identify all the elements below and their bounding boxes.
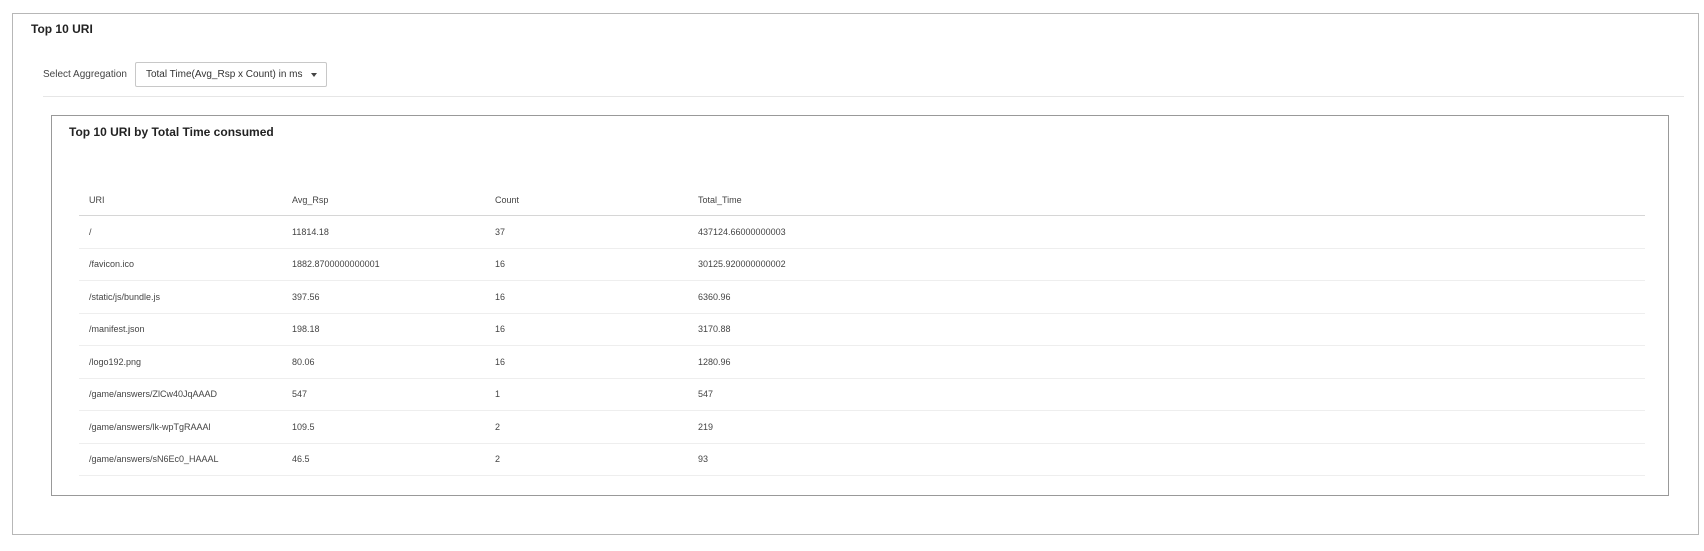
cell-total-time: 30125.920000000002 xyxy=(688,248,1645,281)
cell-avg-rsp: 547 xyxy=(282,378,485,411)
cell-uri: /game/answers/lk-wpTgRAAAl xyxy=(79,410,282,444)
table-row: /manifest.json 198.18 16 3170.88 xyxy=(79,313,1645,346)
table-row: /favicon.ico 1882.8700000000001 16 30125… xyxy=(79,248,1645,281)
cell-uri: /manifest.json xyxy=(79,313,282,346)
column-header-uri[interactable]: URI xyxy=(79,185,282,216)
cell-uri: /logo192.png xyxy=(79,345,282,379)
top-uri-table-panel: Top 10 URI by Total Time consumed URI Av… xyxy=(51,115,1669,496)
top-uri-panel: Top 10 URI Select Aggregation Total Time… xyxy=(12,13,1699,535)
cell-total-time: 93 xyxy=(688,443,1645,476)
aggregation-row: Select Aggregation Total Time(Avg_Rsp x … xyxy=(43,62,327,87)
cell-count: 16 xyxy=(485,345,688,379)
cell-total-time: 437124.66000000003 xyxy=(688,215,1645,249)
cell-avg-rsp: 109.5 xyxy=(282,410,485,444)
cell-uri: /favicon.ico xyxy=(79,248,282,281)
caret-down-icon xyxy=(310,73,317,77)
cell-total-time: 547 xyxy=(688,378,1645,411)
table-row: /static/js/bundle.js 397.56 16 6360.96 xyxy=(79,280,1645,314)
table-row: /game/answers/ZlCw40JqAAAD 547 1 547 xyxy=(79,378,1645,411)
table-row: /logo192.png 80.06 16 1280.96 xyxy=(79,345,1645,379)
aggregation-dropdown[interactable]: Total Time(Avg_Rsp x Count) in ms xyxy=(134,62,327,87)
cell-avg-rsp: 46.5 xyxy=(282,443,485,476)
column-header-total-time[interactable]: Total_Time xyxy=(688,185,1645,216)
table-header-row: URI Avg_Rsp Count Total_Time xyxy=(79,185,1645,216)
table-row: /game/answers/lk-wpTgRAAAl 109.5 2 219 xyxy=(79,410,1645,444)
cell-count: 2 xyxy=(485,443,688,476)
cell-avg-rsp: 198.18 xyxy=(282,313,485,346)
aggregation-label: Select Aggregation xyxy=(43,69,127,80)
cell-total-time: 3170.88 xyxy=(688,313,1645,346)
cell-count: 16 xyxy=(485,313,688,346)
cell-uri: /game/answers/sN6Ec0_HAAAL xyxy=(79,443,282,476)
cell-avg-rsp: 1882.8700000000001 xyxy=(282,248,485,281)
cell-total-time: 219 xyxy=(688,410,1645,444)
cell-uri: /game/answers/ZlCw40JqAAAD xyxy=(79,378,282,411)
cell-avg-rsp: 11814.18 xyxy=(282,215,485,249)
panel-title: Top 10 URI xyxy=(31,22,93,36)
table-panel-title: Top 10 URI by Total Time consumed xyxy=(69,125,274,139)
cell-count: 1 xyxy=(485,378,688,411)
table-row: / 11814.18 37 437124.66000000003 xyxy=(79,215,1645,249)
cell-total-time: 6360.96 xyxy=(688,280,1645,314)
column-header-count[interactable]: Count xyxy=(485,185,688,216)
cell-count: 16 xyxy=(485,248,688,281)
column-header-avg-rsp[interactable]: Avg_Rsp xyxy=(282,185,485,216)
uri-table: URI Avg_Rsp Count Total_Time / 11814.18 … xyxy=(79,185,1645,476)
cell-count: 37 xyxy=(485,215,688,249)
cell-avg-rsp: 80.06 xyxy=(282,345,485,379)
cell-uri: /static/js/bundle.js xyxy=(79,280,282,314)
table-row: /game/answers/sN6Ec0_HAAAL 46.5 2 93 xyxy=(79,443,1645,476)
cell-uri: / xyxy=(79,215,282,249)
cell-count: 2 xyxy=(485,410,688,444)
cell-count: 16 xyxy=(485,280,688,314)
cell-total-time: 1280.96 xyxy=(688,345,1645,379)
aggregation-selected-value: Total Time(Avg_Rsp x Count) in ms xyxy=(145,69,303,80)
divider xyxy=(43,96,1684,97)
cell-avg-rsp: 397.56 xyxy=(282,280,485,314)
